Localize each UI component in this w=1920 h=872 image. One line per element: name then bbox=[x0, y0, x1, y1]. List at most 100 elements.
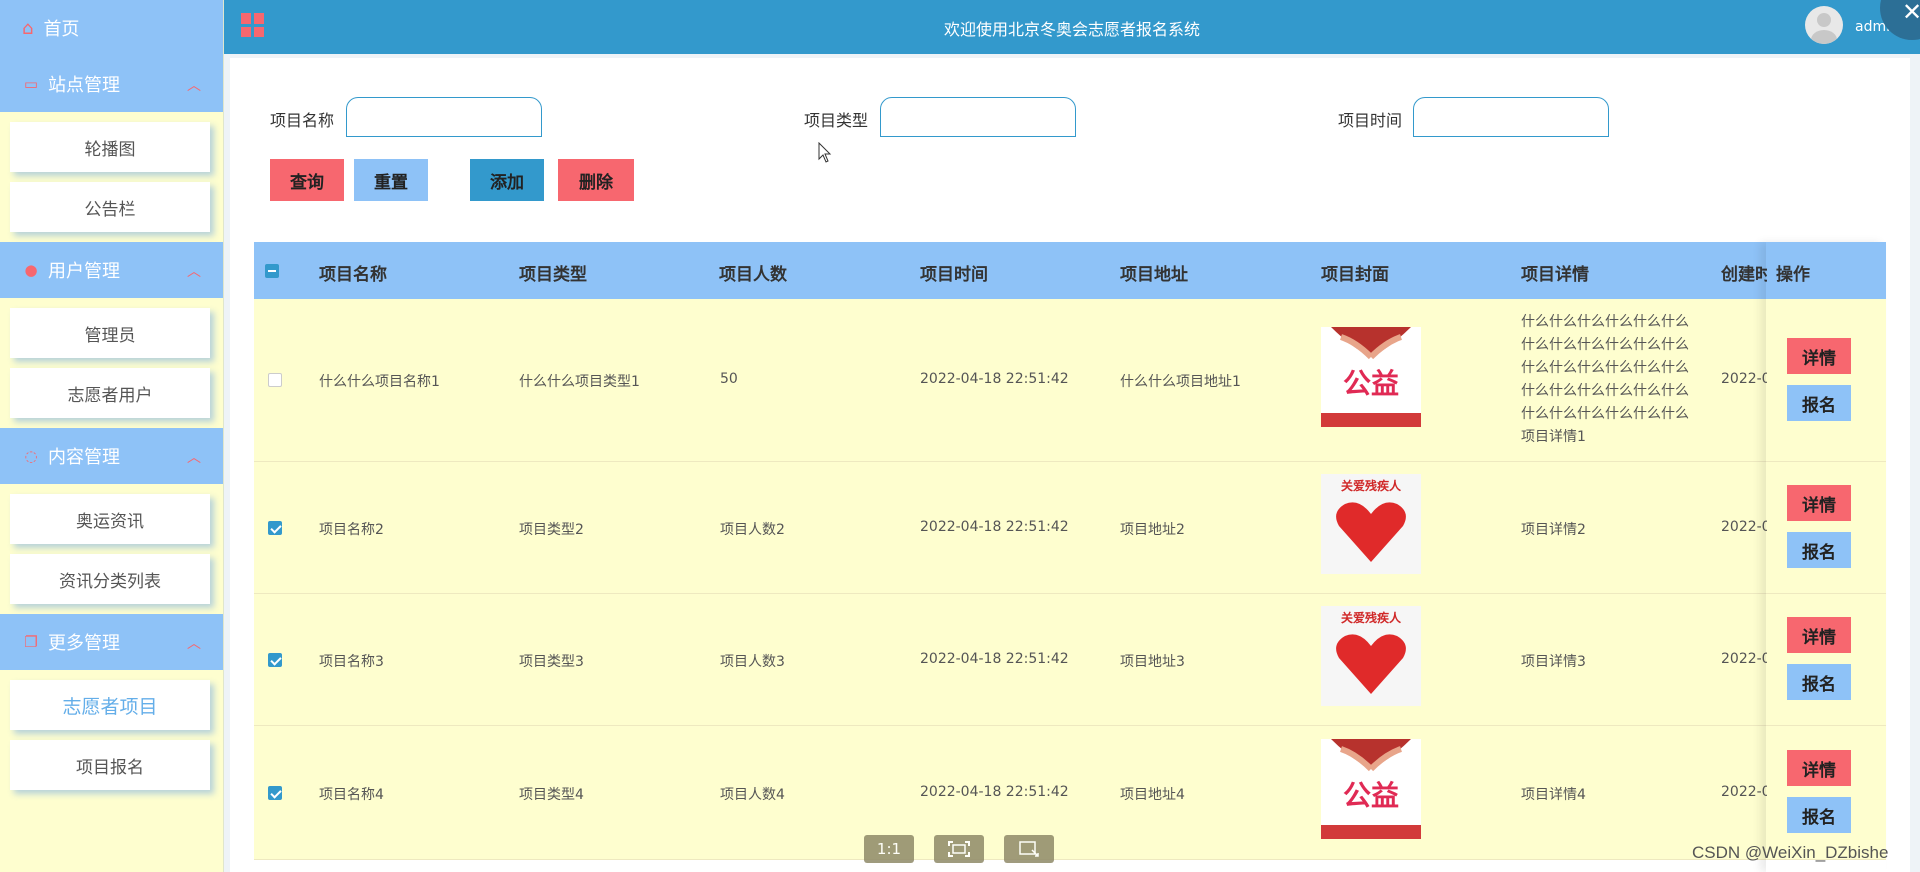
project-name-input[interactable] bbox=[346, 97, 542, 137]
signup-button[interactable]: 报名 bbox=[1787, 385, 1851, 421]
cell-detail: 项目详情2 bbox=[1521, 522, 1586, 538]
sidebar-home-label: 首页 bbox=[43, 19, 80, 40]
sidebar-item-volunteer-users[interactable]: 志愿者用户 bbox=[10, 368, 210, 418]
search-label-name: 项目名称 bbox=[270, 111, 335, 130]
cell-type: 项目类型4 bbox=[519, 787, 584, 803]
row-checkbox[interactable] bbox=[268, 653, 282, 667]
detail-button[interactable]: 详情 bbox=[1787, 617, 1851, 653]
fit-screen-icon bbox=[948, 841, 970, 857]
sidebar-item-home[interactable]: ⌂ 首页 bbox=[0, 0, 223, 56]
cover-image: 关爱残疾人 bbox=[1321, 474, 1421, 574]
sidebar-group-header[interactable]: ◌ 内容管理 ︿ bbox=[0, 428, 223, 484]
table-row: 项目名称4 项目类型4 项目人数4 2022-04-18 22:51:42 项目… bbox=[254, 726, 1886, 860]
search-label-type: 项目类型 bbox=[804, 111, 869, 130]
sidebar-item-news-categories[interactable]: 资讯分类列表 bbox=[10, 554, 210, 604]
table-row: 什么什么项目名称1 什么什么项目类型1 50 2022-04-18 22:51:… bbox=[254, 299, 1886, 462]
row-checkbox[interactable] bbox=[268, 521, 282, 535]
signup-button[interactable]: 报名 bbox=[1787, 532, 1851, 568]
image-viewer-toolbar: 1:1 bbox=[864, 835, 1054, 863]
chevron-up-icon: ︿ bbox=[187, 636, 201, 652]
watermark: CSDN @WeiXin_DZbishe bbox=[1692, 843, 1889, 862]
sidebar-item-volunteer-projects[interactable]: 志愿者项目 bbox=[10, 680, 210, 730]
column-header: 项目时间 bbox=[920, 265, 988, 285]
signup-button[interactable]: 报名 bbox=[1787, 797, 1851, 833]
reset-button[interactable]: 重置 bbox=[354, 159, 428, 201]
cell-name: 项目名称2 bbox=[319, 522, 384, 538]
cell-type: 什么什么项目类型1 bbox=[519, 374, 640, 390]
cell-created: 2022-04 bbox=[1721, 519, 1767, 535]
cell-time: 2022-04-18 22:51:42 bbox=[920, 371, 1069, 387]
sidebar-group-title: 站点管理 bbox=[48, 75, 120, 96]
cover-image: 公益 bbox=[1321, 739, 1421, 839]
cover-text: 关爱残疾人 bbox=[1341, 610, 1402, 625]
sidebar-group-header[interactable]: ▭ 站点管理 ︿ bbox=[0, 56, 223, 112]
sidebar-group-header[interactable]: ❐ 更多管理 ︿ bbox=[0, 614, 223, 670]
avatar[interactable] bbox=[1805, 6, 1843, 44]
row-checkbox[interactable] bbox=[268, 786, 282, 800]
sidebar-group-users: ● 用户管理 ︿ 管理员 志愿者用户 bbox=[0, 242, 223, 428]
sidebar-item-carousel[interactable]: 轮播图 bbox=[10, 122, 210, 172]
chevron-up-icon: ︿ bbox=[187, 78, 201, 94]
mouse-cursor-icon bbox=[818, 142, 832, 163]
signup-button[interactable]: 报名 bbox=[1787, 664, 1851, 700]
cell-time: 2022-04-18 22:51:42 bbox=[920, 784, 1069, 800]
copy-icon: ❐ bbox=[24, 633, 38, 651]
add-button[interactable]: 添加 bbox=[470, 159, 544, 201]
cell-type: 项目类型3 bbox=[519, 654, 584, 670]
main-content: 项目名称 项目类型 项目时间 查询 重置 添加 删除 项目名称 项目类型 项目人… bbox=[230, 58, 1910, 872]
column-header: 项目类型 bbox=[519, 265, 587, 285]
cell-detail: 什么什么什么什么什么什么什么什么什么什么什么什么什么什么什么什么什么什么什么什么… bbox=[1521, 314, 1689, 445]
cell-time: 2022-04-18 22:51:42 bbox=[920, 651, 1069, 667]
column-header: 项目详情 bbox=[1521, 265, 1589, 285]
sidebar-item-notice[interactable]: 公告栏 bbox=[10, 182, 210, 232]
cell-detail: 项目详情4 bbox=[1521, 787, 1586, 803]
delete-button[interactable]: 删除 bbox=[558, 159, 634, 201]
detail-button[interactable]: 详情 bbox=[1787, 750, 1851, 786]
cell-detail: 项目详情3 bbox=[1521, 654, 1586, 670]
detail-button[interactable]: 详情 bbox=[1787, 485, 1851, 521]
sidebar-group-header[interactable]: ● 用户管理 ︿ bbox=[0, 242, 223, 298]
sidebar-item-project-signup[interactable]: 项目报名 bbox=[10, 740, 210, 790]
cell-count: 项目人数4 bbox=[720, 787, 785, 803]
cell-name: 什么什么项目名称1 bbox=[319, 374, 440, 390]
row-checkbox[interactable] bbox=[268, 373, 282, 387]
table-header: 项目名称 项目类型 项目人数 项目时间 项目地址 项目封面 项目详情 创建时 操… bbox=[254, 242, 1886, 299]
page-title: 欢迎使用北京冬奥会志愿者报名系统 bbox=[943, 20, 1200, 39]
cover-text: 关爱残疾人 bbox=[1341, 478, 1402, 493]
cell-name: 项目名称3 bbox=[319, 654, 384, 670]
select-all-checkbox[interactable] bbox=[265, 264, 279, 278]
cover-image: 公益 bbox=[1321, 327, 1421, 427]
project-type-input[interactable] bbox=[880, 97, 1076, 137]
column-header: 项目人数 bbox=[719, 265, 787, 285]
cover-text: 公益 bbox=[1343, 779, 1399, 812]
sidebar: ⌂ 首页 ▭ 站点管理 ︿ 轮播图 公告栏 ● 用户管理 ︿ 管理员 志愿者用户… bbox=[0, 0, 224, 872]
cell-created: 2022-04 bbox=[1721, 784, 1767, 800]
project-time-input[interactable] bbox=[1413, 97, 1609, 137]
detail-button[interactable]: 详情 bbox=[1787, 338, 1851, 374]
chevron-up-icon: ︿ bbox=[187, 450, 201, 466]
sidebar-item-admin[interactable]: 管理员 bbox=[10, 308, 210, 358]
sidebar-group-site: ▭ 站点管理 ︿ 轮播图 公告栏 bbox=[0, 56, 223, 242]
sidebar-item-olympic-news[interactable]: 奥运资讯 bbox=[10, 494, 210, 544]
cell-address: 项目地址2 bbox=[1120, 522, 1185, 538]
query-button[interactable]: 查询 bbox=[270, 159, 344, 201]
sidebar-group-title: 内容管理 bbox=[48, 447, 120, 468]
crop-button[interactable] bbox=[1004, 835, 1054, 863]
chevron-up-icon: ︿ bbox=[187, 264, 201, 280]
cell-address: 项目地址3 bbox=[1120, 654, 1185, 670]
chat-icon: ◌ bbox=[24, 447, 38, 465]
top-header: 欢迎使用北京冬奥会志愿者报名系统 admin ✕ bbox=[224, 0, 1920, 54]
user-icon: ● bbox=[24, 261, 38, 279]
sidebar-group-more: ❐ 更多管理 ︿ 志愿者项目 项目报名 bbox=[0, 614, 223, 800]
cell-time: 2022-04-18 22:51:42 bbox=[920, 519, 1069, 535]
fit-screen-button[interactable] bbox=[934, 835, 984, 863]
table-row: 项目名称3 项目类型3 项目人数3 2022-04-18 22:51:42 项目… bbox=[254, 594, 1886, 726]
cell-created: 2022-04 bbox=[1721, 651, 1767, 667]
cell-address: 什么什么项目地址1 bbox=[1120, 374, 1241, 390]
actual-size-button[interactable]: 1:1 bbox=[864, 835, 914, 863]
cell-created: 2022-04 bbox=[1721, 371, 1767, 387]
cart-icon: ▭ bbox=[23, 75, 39, 93]
column-header: 创建时 bbox=[1721, 265, 1767, 285]
column-header: 项目地址 bbox=[1120, 265, 1188, 285]
cell-type: 项目类型2 bbox=[519, 522, 584, 538]
